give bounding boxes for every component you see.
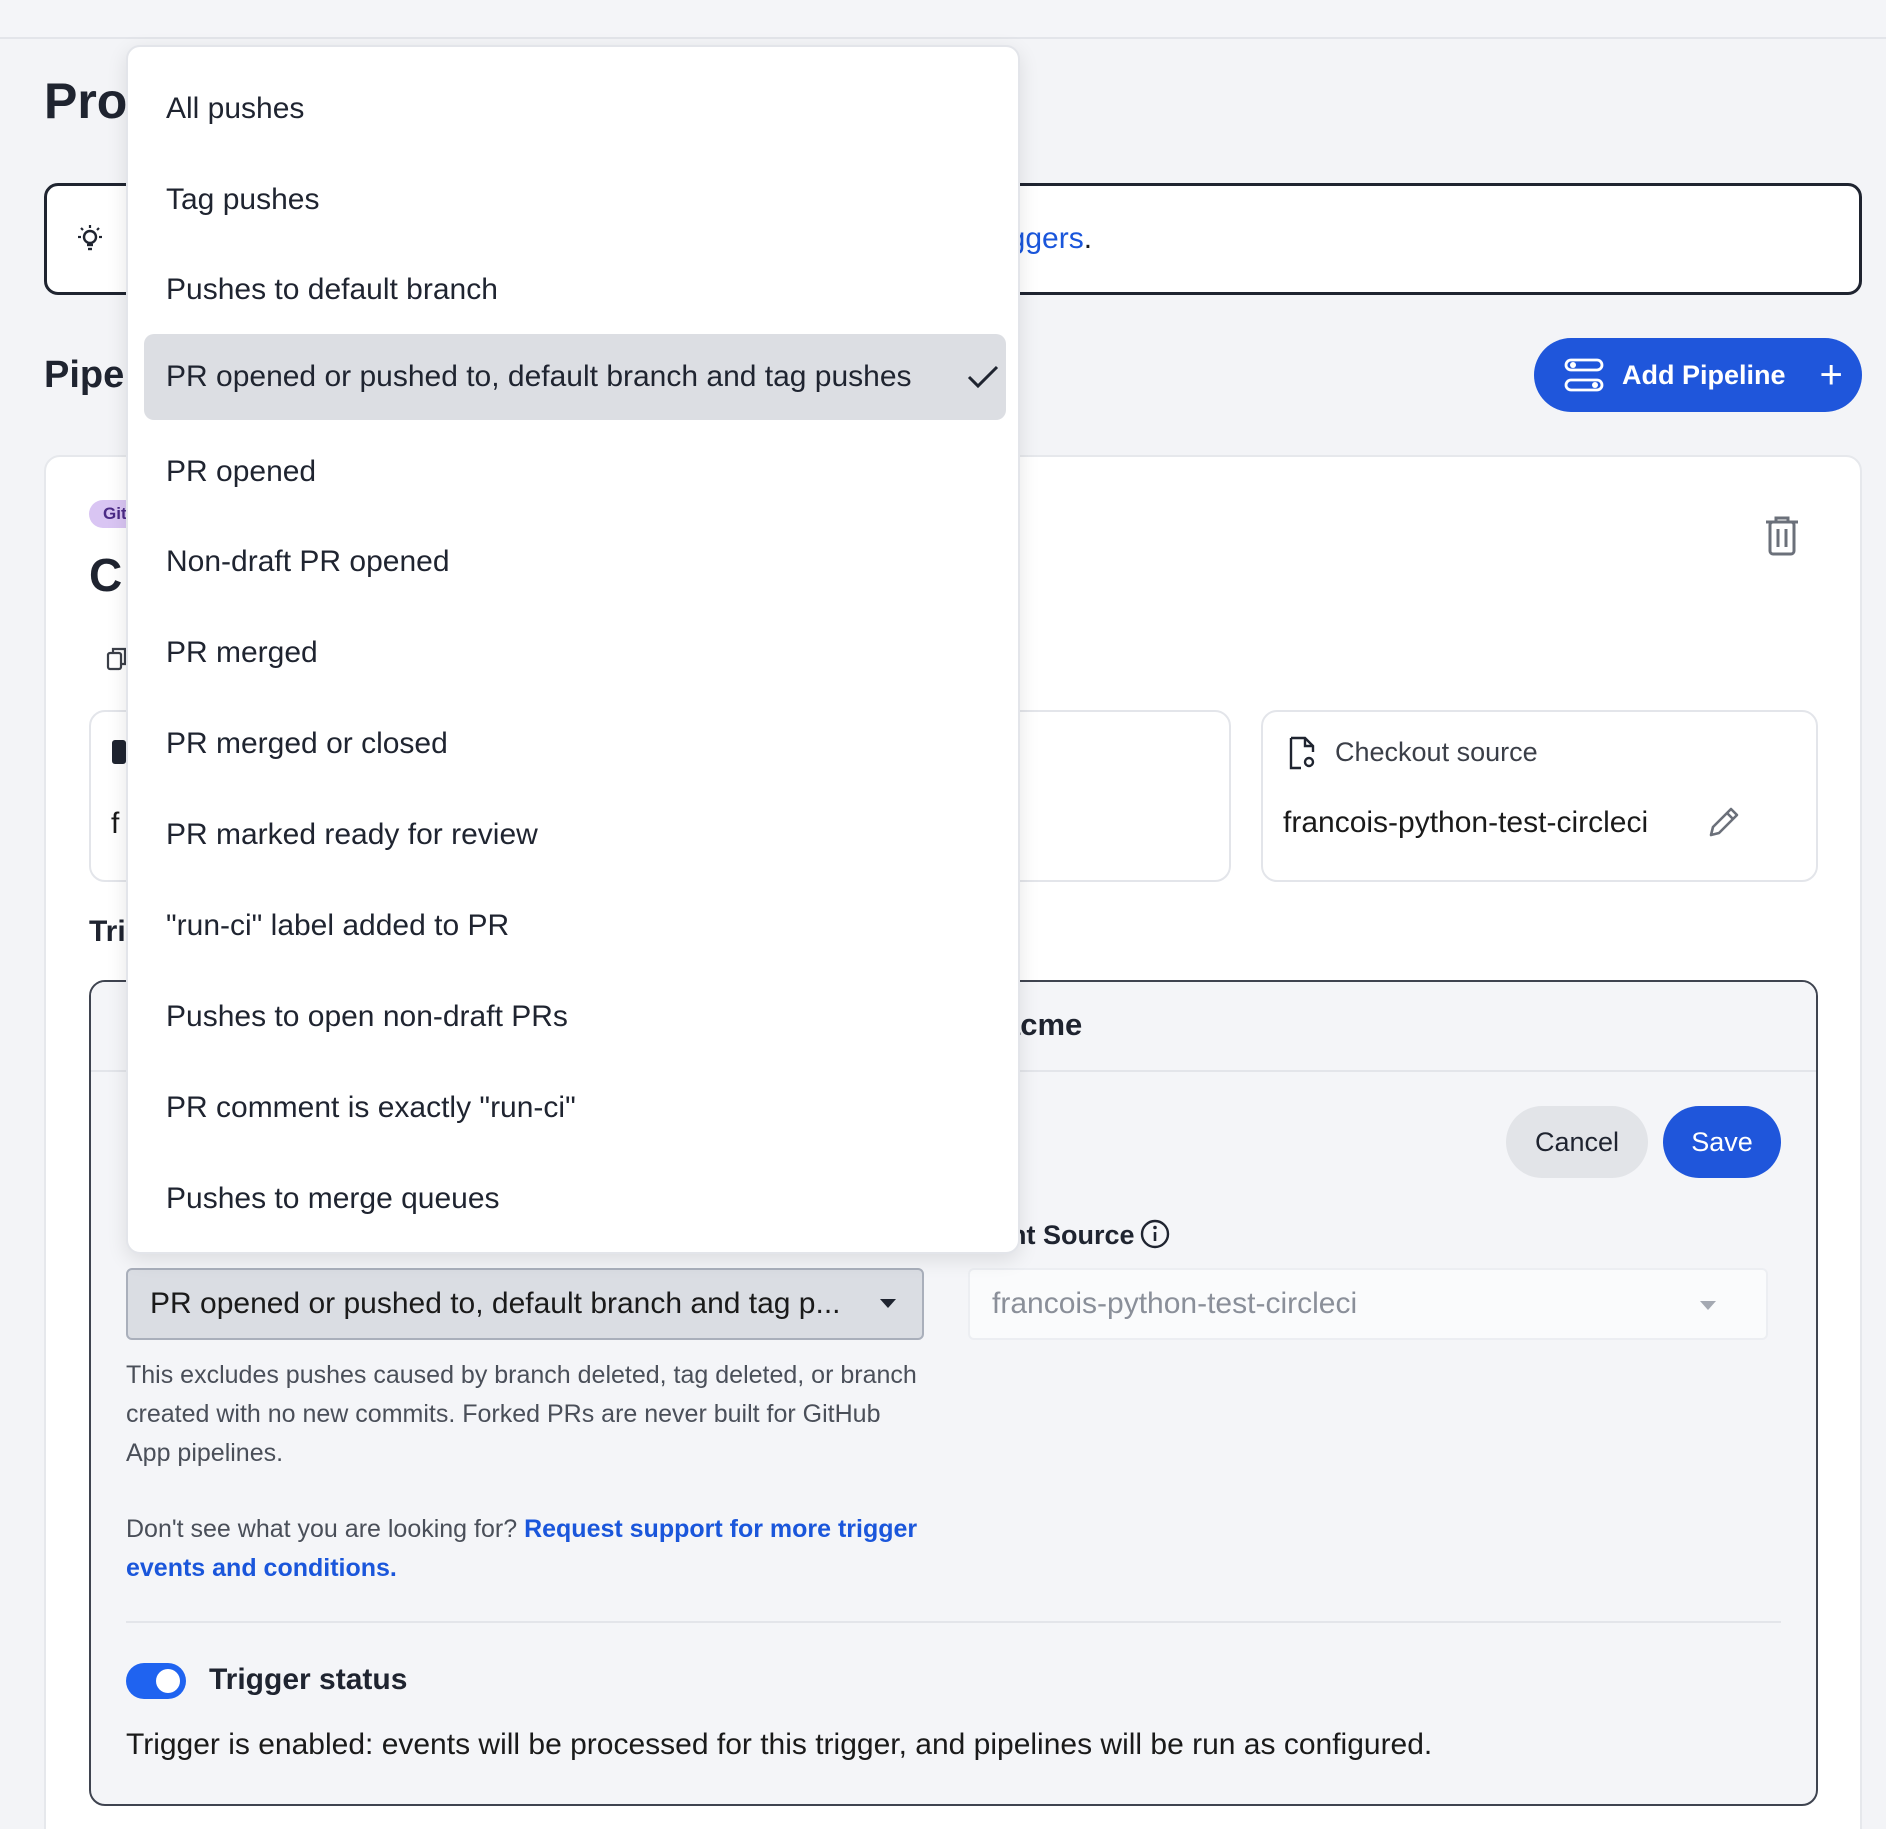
add-pipeline-label: Add Pipeline	[1622, 359, 1786, 390]
add-pipeline-button[interactable]: Add Pipeline +	[1534, 338, 1862, 412]
triggers-heading: Tri	[89, 915, 126, 948]
dropdown-option[interactable]: Pushes to open non-draft PRs	[144, 974, 1006, 1060]
checkout-source-value: francois-python-test-circleci	[1283, 806, 1649, 839]
support-text: Don't see what you are looking for? Requ…	[126, 1515, 918, 1582]
dropdown-option[interactable]: Non-draft PR opened	[144, 519, 1006, 605]
trash-icon[interactable]	[1762, 514, 1802, 558]
dropdown-option[interactable]: PR merged or closed	[144, 701, 1006, 787]
info-icon[interactable]	[1139, 1218, 1171, 1250]
page-title: Pro	[44, 73, 128, 129]
cancel-button[interactable]: Cancel	[1506, 1106, 1648, 1178]
caret-down-icon	[880, 1299, 896, 1308]
checkout-source-field-label: nt Source	[1010, 1220, 1135, 1250]
copy-icon[interactable]	[106, 646, 128, 672]
config-source-value: f	[111, 807, 120, 840]
dropdown-option[interactable]: PR opened	[144, 429, 1006, 515]
dropdown-option[interactable]: PR comment is exactly "run-ci"	[144, 1065, 1006, 1151]
checkmark-icon	[967, 365, 999, 389]
trigger-event-value: PR opened or pushed to, default branch a…	[150, 1287, 841, 1320]
config-file-icon	[112, 740, 126, 764]
dropdown-option[interactable]: PR merged	[144, 610, 1006, 696]
top-bar	[0, 0, 1886, 39]
dropdown-option[interactable]: "run-ci" label added to PR	[144, 883, 1006, 969]
dropdown-option[interactable]: Tag pushes	[144, 157, 1006, 243]
checkout-source-select[interactable]: francois-python-test-circleci	[968, 1268, 1768, 1340]
checkout-source-select-value: francois-python-test-circleci	[992, 1287, 1358, 1320]
caret-down-icon	[1700, 1301, 1716, 1310]
dropdown-option[interactable]: Pushes to merge queues	[144, 1156, 1006, 1242]
divider	[126, 1621, 1781, 1623]
lightbulb-icon	[78, 225, 102, 251]
dropdown-option[interactable]: Pushes to default branch	[144, 247, 1006, 333]
pipeline-title: C	[89, 549, 123, 601]
save-button[interactable]: Save	[1663, 1106, 1781, 1178]
dropdown-option-selected[interactable]: PR opened or pushed to, default branch a…	[144, 334, 1006, 420]
section-title: Pipel	[44, 354, 135, 396]
plus-icon: +	[1819, 353, 1843, 397]
trigger-event-select[interactable]: PR opened or pushed to, default branch a…	[126, 1268, 924, 1340]
file-settings-icon	[1289, 736, 1315, 770]
dropdown-option[interactable]: PR marked ready for review	[144, 792, 1006, 878]
checkout-source-label: Checkout source	[1335, 737, 1538, 767]
trigger-event-dropdown: All pushes Tag pushes Pushes to default …	[126, 45, 1020, 1254]
trigger-status-toggle[interactable]	[126, 1663, 186, 1699]
trigger-help-text: This excludes pushes caused by branch de…	[126, 1361, 917, 1467]
pencil-icon[interactable]	[1705, 803, 1743, 841]
dropdown-option[interactable]: All pushes	[144, 66, 1006, 152]
trigger-status-label: Trigger status	[209, 1663, 408, 1696]
pipeline-icon	[1564, 358, 1604, 392]
checkout-source-box	[1261, 710, 1818, 882]
trigger-status-description: Trigger is enabled: events will be proce…	[126, 1728, 1433, 1761]
toggle-knob	[156, 1669, 180, 1693]
